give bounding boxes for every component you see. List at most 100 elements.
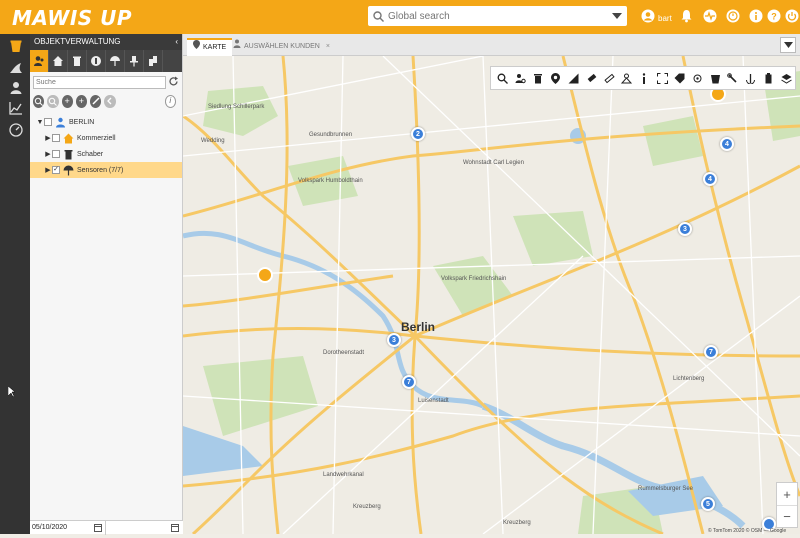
- sensor-marker[interactable]: 2: [411, 127, 425, 141]
- wrench-icon[interactable]: [724, 69, 742, 87]
- edit-icon[interactable]: [90, 94, 102, 108]
- checkbox[interactable]: [44, 118, 52, 126]
- search-input[interactable]: [388, 10, 607, 22]
- tree-node-label: Schaber: [77, 150, 104, 158]
- tree-node-berlin[interactable]: ▼ BERLIN: [30, 114, 182, 130]
- sensor-marker[interactable]: 5: [701, 497, 715, 511]
- map-pin-icon[interactable]: [547, 69, 565, 87]
- info-icon[interactable]: [636, 69, 654, 87]
- sensor-marker[interactable]: 4: [720, 137, 734, 151]
- tab-pin[interactable]: [125, 50, 144, 72]
- eraser-icon[interactable]: [583, 69, 601, 87]
- date-from-field[interactable]: 05/10/2020: [30, 521, 106, 535]
- sensor-marker[interactable]: 7: [704, 345, 718, 359]
- person-icon[interactable]: [8, 80, 24, 96]
- svg-text:?: ?: [771, 12, 777, 22]
- map-label: Dorotheenstadt: [323, 350, 365, 356]
- tab-bin[interactable]: [68, 50, 87, 72]
- date-to-field[interactable]: [106, 521, 182, 535]
- collapse-icon[interactable]: ‹: [175, 34, 178, 50]
- expand-toggle[interactable]: ▼: [36, 119, 44, 126]
- checkbox[interactable]: [52, 150, 60, 158]
- checkbox-checked[interactable]: ✓: [52, 166, 60, 174]
- map-label: Rummelsburger See: [638, 486, 694, 492]
- panel-title: OBJEKTVERWALTUNG: [34, 37, 121, 46]
- expand-toggle[interactable]: ▶: [44, 134, 52, 142]
- username[interactable]: bart: [658, 14, 672, 23]
- back-icon[interactable]: [104, 94, 116, 108]
- person-search-icon[interactable]: [512, 69, 530, 87]
- tab-umbrella[interactable]: [106, 50, 125, 72]
- zoom-in-button[interactable]: +: [777, 483, 797, 505]
- tree-node-schaber[interactable]: ▶ Schaber: [30, 146, 182, 162]
- gauge-icon[interactable]: [8, 122, 24, 138]
- map-attribution: © TomTom 2020 © OSM — Google: [708, 528, 787, 534]
- layers-icon[interactable]: [777, 69, 795, 87]
- object-marker[interactable]: [257, 267, 273, 283]
- target-icon[interactable]: [689, 69, 707, 87]
- object-tree: ▼ BERLIN ▶ Kommerziell ▶ Schaber ▶ ✓ Sen…: [30, 114, 182, 178]
- battery-icon[interactable]: [760, 69, 778, 87]
- bell-icon[interactable]: [678, 8, 694, 24]
- user-pin-icon[interactable]: [618, 69, 636, 87]
- map-label: Lichtenberg: [673, 376, 705, 382]
- add-item-icon[interactable]: +: [75, 94, 87, 108]
- fullscreen-icon[interactable]: [653, 69, 671, 87]
- zoom-out-icon[interactable]: [47, 94, 59, 108]
- shark-fin-icon[interactable]: [8, 60, 24, 76]
- expand-toggle[interactable]: ▶: [44, 166, 52, 174]
- user-icon[interactable]: [640, 8, 656, 24]
- map-view[interactable]: Siedlung Schillerpark Wedding Gesundbrun…: [183, 56, 800, 534]
- map-tiles: [183, 56, 800, 534]
- clock-icon[interactable]: [725, 8, 741, 24]
- bucket-icon[interactable]: [706, 69, 724, 87]
- tag-icon[interactable]: [671, 69, 689, 87]
- tab-karte[interactable]: KARTE: [187, 38, 233, 56]
- sensor-marker[interactable]: 7: [402, 375, 416, 389]
- map-label: Gesundbrunnen: [309, 132, 353, 138]
- tree-node-kommerziell[interactable]: ▶ Kommerziell: [30, 130, 182, 146]
- tab-persons[interactable]: [30, 50, 49, 72]
- top-bar: MAWIS UP bart ?: [0, 0, 800, 34]
- expand-toggle[interactable]: ▶: [44, 150, 52, 158]
- calendar-icon[interactable]: [171, 523, 179, 538]
- power-icon[interactable]: [784, 8, 800, 24]
- search-icon[interactable]: [494, 69, 512, 87]
- map-label: Siedlung Schillerpark: [208, 104, 265, 110]
- tab-label: AUSWÄHLEN KUNDEN: [244, 43, 320, 50]
- refresh-icon[interactable]: [168, 76, 179, 89]
- global-search[interactable]: [368, 6, 627, 26]
- tree-node-sensoren[interactable]: ▶ ✓ Sensoren (7/7): [30, 162, 182, 178]
- calendar-icon[interactable]: [94, 523, 102, 538]
- activity-icon[interactable]: [702, 8, 718, 24]
- tab-sensor[interactable]: [87, 50, 106, 72]
- app-logo[interactable]: MAWIS UP: [12, 6, 132, 30]
- checkbox[interactable]: [52, 134, 60, 142]
- bin-icon[interactable]: [529, 69, 547, 87]
- sensor-marker[interactable]: 3: [387, 333, 401, 347]
- anchor-icon[interactable]: [742, 69, 760, 87]
- tab-menu-dropdown[interactable]: [780, 37, 796, 53]
- bucket-icon[interactable]: [8, 38, 24, 54]
- triangle-ruler-icon[interactable]: [565, 69, 583, 87]
- zoom-in-icon[interactable]: [33, 94, 45, 108]
- filter-input[interactable]: [33, 75, 166, 89]
- sensor-marker[interactable]: 3: [678, 222, 692, 236]
- help-icon[interactable]: ?: [766, 8, 782, 24]
- tab-group[interactable]: [144, 50, 163, 72]
- info-icon[interactable]: i: [164, 94, 177, 108]
- tab-home[interactable]: [49, 50, 68, 72]
- tree-node-label: Kommerziell: [77, 134, 116, 142]
- filter-row: [30, 74, 182, 90]
- tab-auswaehlen-kunden[interactable]: AUSWÄHLEN KUNDEN ×: [227, 38, 336, 56]
- map-label: Landwehrkanal: [323, 472, 364, 478]
- close-icon[interactable]: ×: [326, 38, 330, 56]
- panel-tabs: [30, 50, 182, 72]
- info-icon[interactable]: [748, 8, 764, 24]
- chevron-down-icon[interactable]: [607, 13, 627, 19]
- add-icon[interactable]: +: [61, 94, 73, 108]
- chart-icon[interactable]: [8, 100, 24, 116]
- measure-icon[interactable]: [600, 69, 618, 87]
- zoom-out-button[interactable]: −: [777, 505, 797, 527]
- sensor-marker[interactable]: 4: [703, 172, 717, 186]
